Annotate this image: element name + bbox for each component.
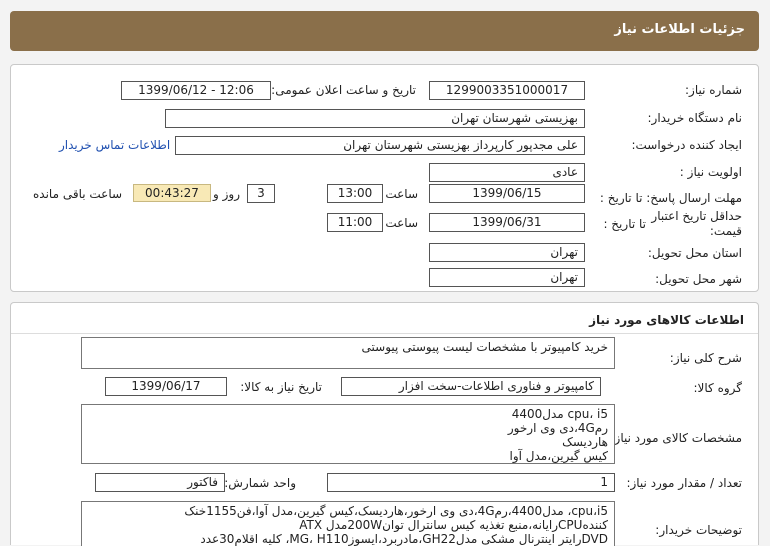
goods-section-title: اطلاعات کالاهای مورد نیاز xyxy=(589,313,744,327)
announce-field: 1399/06/12 - 12:06 xyxy=(121,81,271,100)
section-divider xyxy=(11,333,758,334)
buyer-notes-line: DVDرایتر اینترنال مشکی مدلGH22،مادربرد،ا… xyxy=(200,532,608,546)
days-remaining-field: 3 xyxy=(247,184,275,203)
buyer-org-label: نام دستگاه خریدار: xyxy=(647,111,743,125)
goods-group-label: گروه کالا: xyxy=(693,381,743,395)
days-label: روز و xyxy=(213,187,240,201)
requester-label: ایجاد کننده درخواست: xyxy=(631,138,742,152)
deadline-time-field: 13:00 xyxy=(327,184,383,203)
validity-to-label: تا تاریخ : xyxy=(603,217,646,231)
need-date-label: تاریخ نیاز به کالا: xyxy=(240,380,322,394)
validity-time-field: 11:00 xyxy=(327,213,383,232)
city-label: شهر محل تحویل: xyxy=(655,272,742,286)
need-date-field: 1399/06/17 xyxy=(105,377,227,396)
deadline-time-label: ساعت xyxy=(385,187,418,201)
priority-field: عادی xyxy=(429,163,585,182)
province-field: تهران xyxy=(429,243,585,262)
quantity-field: 1 xyxy=(327,473,615,492)
spec-line: رم4G،دی وی ارخور xyxy=(507,421,608,435)
province-label: استان محل تحویل: xyxy=(647,246,742,260)
spec-field: cpu، i5 مدل4400 رم4G،دی وی ارخور هاردیسک… xyxy=(81,404,615,464)
remaining-label: ساعت باقی مانده xyxy=(33,187,123,201)
remaining-time-badge: 00:43:27 xyxy=(133,184,211,202)
unit-label: واحد شمارش: xyxy=(224,476,296,490)
unit-field: فاکتور xyxy=(95,473,225,492)
goods-panel: اطلاعات کالاهای مورد نیاز شرح کلی نیاز: … xyxy=(10,302,759,546)
spec-line: هاردیسک xyxy=(562,435,608,449)
page-header: جزئیات اطلاعات نیاز xyxy=(10,11,759,51)
need-number-field: 1299003351000017 xyxy=(429,81,585,100)
buyer-notes-label: توضیحات خریدار: xyxy=(655,523,742,537)
buyer-notes-line: کنندهCPUرایانه،منبع تغذیه کیس سانترال تو… xyxy=(299,518,608,532)
announce-label: تاریخ و ساعت اعلان عمومی: xyxy=(271,83,416,97)
need-info-panel: شماره نیاز: 1299003351000017 تاریخ و ساع… xyxy=(10,64,759,292)
buyer-notes-field: cpu،i5، مدل4400،رم4G،دی وی ارخور،هاردیسک… xyxy=(81,501,615,546)
spec-line: کیس گیرین،مدل آوا xyxy=(509,449,608,463)
need-number-label: شماره نیاز: xyxy=(685,83,742,97)
city-field: تهران xyxy=(429,268,585,287)
page-title: جزئیات اطلاعات نیاز xyxy=(614,22,745,37)
general-desc-label: شرح کلی نیاز: xyxy=(669,351,742,365)
validity-date-field: 1399/06/31 xyxy=(429,213,585,232)
spec-line: cpu، i5 مدل4400 xyxy=(511,407,608,421)
buyer-contact-link[interactable]: اطلاعات تماس خریدار xyxy=(59,138,170,152)
validity-time-label: ساعت xyxy=(385,216,418,230)
deadline-date-field: 1399/06/15 xyxy=(429,184,585,203)
buyer-notes-line: cpu،i5، مدل4400،رم4G،دی وی ارخور،هاردیسک… xyxy=(184,504,608,518)
goods-group-field: کامپیوتر و فناوری اطلاعات-سخت افزار xyxy=(341,377,601,396)
priority-label: اولویت نیاز : xyxy=(679,165,742,179)
requester-field: علی مجدپور کارپرداز بهزیستی شهرستان تهرا… xyxy=(175,136,585,155)
deadline-label: مهلت ارسال پاسخ: تا تاریخ : xyxy=(599,191,742,205)
validity-label-2: قیمت: xyxy=(709,224,742,238)
validity-label-1: حداقل تاریخ اعتبار xyxy=(651,209,742,223)
general-desc-field: خرید کامپیوتر با مشخصات لیست پیوستی پیوس… xyxy=(81,337,615,369)
buyer-org-field: بهزیستی شهرستان تهران xyxy=(165,109,585,128)
quantity-label: تعداد / مقدار مورد نیاز: xyxy=(626,476,742,490)
spec-label: مشخصات کالای مورد نیاز: xyxy=(610,431,742,445)
